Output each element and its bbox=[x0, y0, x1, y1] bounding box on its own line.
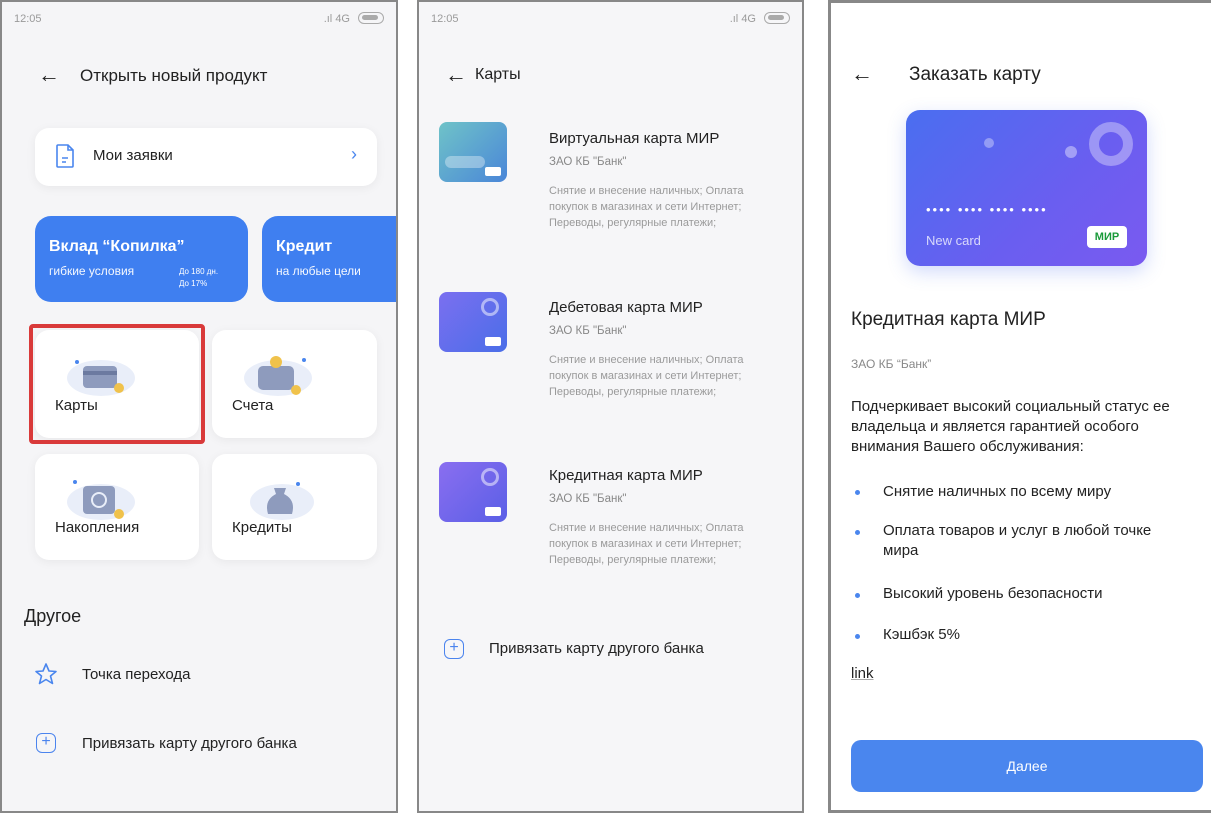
feature-item: Кэшбэк 5% bbox=[883, 626, 960, 643]
link-other-bank-label: Привязать карту другого банка bbox=[489, 640, 704, 657]
page-title: Заказать карту bbox=[909, 64, 1041, 85]
next-button[interactable]: Далее bbox=[851, 740, 1203, 792]
promo-deposit-card[interactable]: Вклад “Копилка” гибкие условия До 180 дн… bbox=[35, 216, 248, 302]
my-requests-label: Мои заявки bbox=[93, 147, 173, 164]
plus-icon: + bbox=[444, 639, 464, 659]
star-icon bbox=[35, 663, 57, 685]
card-description: Снятие и внесение наличных; Оплата покуп… bbox=[549, 522, 744, 566]
money-bag-illustration-icon bbox=[250, 482, 314, 520]
card-bank: ЗАО КБ "Банк" bbox=[549, 156, 627, 168]
bullet-dot bbox=[855, 593, 860, 598]
tile-credits[interactable]: Кредиты bbox=[212, 454, 377, 560]
tile-credits-label: Кредиты bbox=[232, 519, 292, 536]
highlight-frame bbox=[29, 324, 205, 444]
promo-credit-desc: на любые цели bbox=[276, 264, 361, 278]
status-time: 12:05 bbox=[14, 13, 42, 25]
page-title: Открыть новый продукт bbox=[80, 66, 268, 85]
info-link[interactable]: link bbox=[851, 665, 874, 682]
bullet-dot bbox=[855, 634, 860, 639]
card-number-dots: •••• •••• •••• •••• bbox=[926, 202, 1048, 217]
screen-cards: 12:05 .ıl 4G ← Карты Виртуальная карта М… bbox=[417, 0, 804, 813]
feature-item: Высокий уровень безопасности bbox=[883, 585, 1103, 602]
signal-icon: .ıl 4G bbox=[729, 13, 756, 25]
tile-accounts[interactable]: Счета bbox=[212, 330, 377, 438]
screen-order-card: ← Заказать карту •••• •••• •••• •••• New… bbox=[828, 0, 1211, 813]
card-title: Виртуальная карта МИР bbox=[549, 130, 720, 147]
promo-deposit-term: До 180 дн. bbox=[179, 267, 219, 276]
safe-illustration-icon bbox=[67, 480, 135, 520]
card-label: New card bbox=[926, 233, 981, 248]
tile-accounts-label: Счета bbox=[232, 397, 274, 414]
screen-open-product: 12:05 .ıl 4G ← Открыть новый продукт Мои… bbox=[0, 0, 398, 813]
bullet-dot bbox=[855, 530, 860, 535]
my-requests-button[interactable]: Мои заявки › bbox=[35, 128, 377, 186]
card-title: Дебетовая карта МИР bbox=[549, 299, 703, 316]
other-item-label: Привязать карту другого банка bbox=[82, 735, 297, 752]
feature-item: Снятие наличных по всему миру bbox=[883, 483, 1112, 500]
promo-deposit-title: Вклад “Копилка” bbox=[49, 238, 185, 255]
promo-deposit-desc: гибкие условия bbox=[49, 264, 135, 278]
card-description: Снятие и внесение наличных; Оплата покуп… bbox=[549, 185, 744, 229]
wallet-illustration-icon bbox=[244, 356, 312, 396]
virtual-card-image bbox=[439, 122, 507, 182]
card-preview: •••• •••• •••• •••• New card МИР bbox=[906, 110, 1147, 266]
product-title: Кредитная карта МИР bbox=[851, 309, 1046, 330]
page-title: Карты bbox=[475, 66, 521, 83]
credit-card-image bbox=[439, 462, 507, 522]
mastercard-logo-icon bbox=[485, 507, 501, 516]
mir-logo-icon bbox=[485, 167, 501, 176]
signal-icon: .ıl 4G bbox=[323, 13, 350, 25]
other-section-title: Другое bbox=[24, 606, 82, 626]
tile-savings[interactable]: Накопления bbox=[35, 454, 199, 560]
product-description: Подчеркивает высокий социальный статус е… bbox=[851, 398, 1170, 455]
back-arrow-icon[interactable]: ← bbox=[445, 64, 467, 86]
plus-icon: + bbox=[36, 733, 56, 753]
promo-credit-title: Кредит bbox=[276, 238, 333, 255]
tile-savings-label: Накопления bbox=[55, 519, 140, 536]
battery-icon bbox=[764, 12, 790, 24]
status-bar: 12:05 .ıl 4G bbox=[419, 2, 802, 34]
mir-logo-icon: МИР bbox=[1087, 226, 1127, 248]
chevron-right-icon: › bbox=[351, 144, 357, 164]
card-title: Кредитная карта МИР bbox=[549, 467, 703, 484]
card-bank: ЗАО КБ "Банк" bbox=[549, 325, 627, 337]
mir-logo-icon bbox=[485, 337, 501, 346]
feature-item: Оплата товаров и услуг в любой точке мир… bbox=[883, 522, 1152, 559]
promo-credit-card[interactable]: Кредит на любые цели bbox=[262, 216, 396, 302]
promo-deposit-rate: До 17% bbox=[179, 279, 208, 288]
bullet-dot bbox=[855, 490, 860, 495]
other-item-label: Точка перехода bbox=[82, 666, 191, 683]
status-time: 12:05 bbox=[431, 13, 459, 25]
document-icon bbox=[56, 144, 74, 168]
debit-card-image bbox=[439, 292, 507, 352]
back-arrow-icon[interactable]: ← bbox=[38, 64, 60, 86]
product-bank: ЗАО КБ “Банк” bbox=[851, 357, 932, 371]
battery-icon bbox=[358, 12, 384, 24]
card-description: Снятие и внесение наличных; Оплата покуп… bbox=[549, 354, 744, 398]
card-bank: ЗАО КБ "Банк" bbox=[549, 493, 627, 505]
status-bar: 12:05 .ıl 4G bbox=[2, 2, 396, 34]
back-arrow-icon[interactable]: ← bbox=[851, 63, 873, 85]
